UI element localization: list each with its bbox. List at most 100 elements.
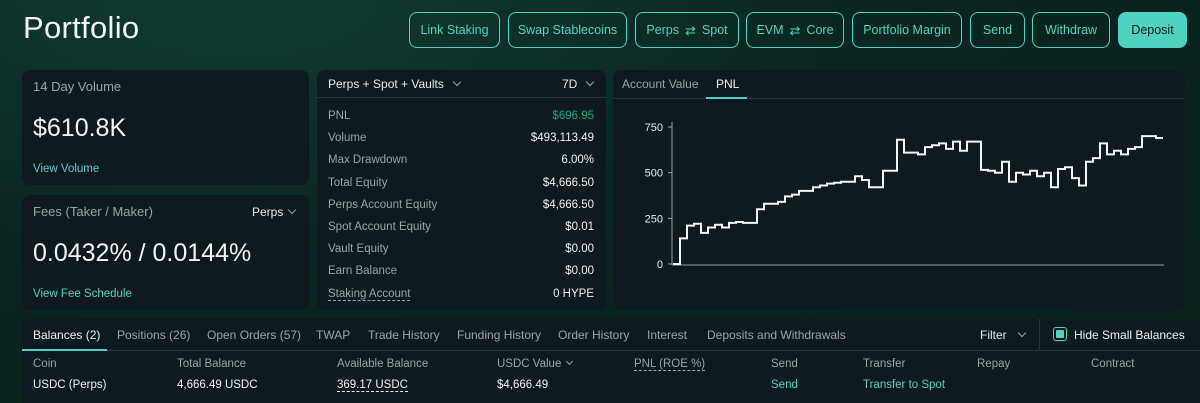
row-send-link[interactable]: Send <box>771 379 798 391</box>
stat-key: Max Drawdown <box>328 154 408 166</box>
cell-coin: USDC (Perps) <box>33 379 107 391</box>
pnl-chart: 0 250 500 750 <box>645 122 1164 271</box>
bottom-tab-active-indicator <box>22 349 107 351</box>
stat-row-vault-equity: Vault Equity $0.00 <box>328 243 594 255</box>
tab-funding-history[interactable]: Funding History <box>457 328 541 342</box>
cell-available-balance[interactable]: 369.17 USDC <box>337 379 408 392</box>
stat-row-earn-balance: Earn Balance $0.00 <box>328 265 594 277</box>
swap-stablecoins-button[interactable]: Swap Stablecoins <box>508 12 627 48</box>
stat-value: $4,666.50 <box>542 177 594 189</box>
page-title: Portfolio <box>23 10 140 45</box>
hide-small-balances-checkbox[interactable] <box>1053 327 1067 341</box>
stat-key: Earn Balance <box>328 265 398 277</box>
pnl-series-line <box>673 135 1163 265</box>
stat-row-max-drawdown: Max Drawdown 6.00% <box>328 154 594 166</box>
filter-divider <box>1039 319 1040 350</box>
fees-value: 0.0432% / 0.0144% <box>33 239 252 267</box>
portfolio-margin-button[interactable]: Portfolio Margin <box>852 12 962 48</box>
spot-label: Spot <box>701 23 728 37</box>
chevron-down-icon <box>586 77 595 87</box>
sort-chevron-icon <box>566 357 574 366</box>
fees-label: Fees (Taker / Maker) <box>33 204 153 219</box>
fees-market-selector[interactable]: Perps <box>252 205 297 219</box>
evm-core-toggle-button[interactable]: EVM ⇄ Core <box>746 12 844 48</box>
tab-account-value[interactable]: Account Value <box>622 77 699 91</box>
volume-value: $610.8K <box>33 114 127 142</box>
tab-interest[interactable]: Interest <box>647 328 687 342</box>
swap-arrows-icon: ⇄ <box>685 22 696 38</box>
volume-label: 14 Day Volume <box>33 79 122 94</box>
y-tick-label: 0 <box>657 259 663 271</box>
tab-deposits-withdrawals[interactable]: Deposits and Withdrawals <box>707 328 846 342</box>
col-pnl-roe[interactable]: PNL (ROE %) <box>634 358 706 371</box>
period-selector-label: 7D <box>562 77 578 91</box>
tab-open-orders[interactable]: Open Orders (57) <box>207 328 301 342</box>
stats-divider <box>317 97 606 98</box>
stat-row-total-equity: Total Equity $4,666.50 <box>328 177 594 189</box>
scope-selector-label: Perps + Spot + Vaults <box>328 77 444 91</box>
stat-value: $696.95 <box>552 110 594 122</box>
chart-tab-divider <box>613 98 1185 99</box>
tab-positions[interactable]: Positions (26) <box>117 328 190 342</box>
link-staking-button[interactable]: Link Staking <box>409 12 500 48</box>
checkbox-check <box>1056 330 1064 338</box>
perps-spot-toggle-button[interactable]: Perps ⇄ Spot <box>635 12 739 48</box>
fees-market-selector-label: Perps <box>252 205 284 219</box>
col-usdc-value-label: USDC Value <box>497 358 562 370</box>
col-contract: Contract <box>1091 358 1135 370</box>
hide-small-balances-label[interactable]: Hide Small Balances <box>1074 328 1185 342</box>
filter-dropdown[interactable]: Filter <box>980 328 1026 342</box>
y-tick-label: 250 <box>645 213 663 225</box>
y-tick-label: 750 <box>645 122 663 134</box>
stat-key: Vault Equity <box>328 243 389 255</box>
chevron-down-icon <box>452 77 462 87</box>
core-label: Core <box>806 23 834 37</box>
withdraw-button[interactable]: Withdraw <box>1032 12 1110 48</box>
tab-order-history[interactable]: Order History <box>558 328 629 342</box>
tab-balances[interactable]: Balances (2) <box>33 328 100 342</box>
cell-usdc-value: $4,666.49 <box>497 379 549 391</box>
col-usdc-value[interactable]: USDC Value <box>497 357 574 370</box>
stat-value: $0.00 <box>565 243 594 255</box>
stat-key: Perps Account Equity <box>328 199 438 211</box>
bottom-tab-divider <box>22 350 1200 351</box>
scope-selector[interactable]: Perps + Spot + Vaults <box>328 77 462 91</box>
col-coin: Coin <box>33 358 57 370</box>
stat-row-pnl: PNL $696.95 <box>328 110 594 122</box>
stat-value: $4,666.50 <box>542 199 594 211</box>
stat-row-volume: Volume $493,113.49 <box>328 132 594 144</box>
tab-active-indicator <box>706 97 747 99</box>
view-volume-link[interactable]: View Volume <box>33 163 99 175</box>
col-repay: Repay <box>977 358 1011 370</box>
stat-value: $493,113.49 <box>530 132 594 144</box>
send-button[interactable]: Send <box>970 12 1025 48</box>
evm-label: EVM <box>756 23 784 37</box>
tab-twap[interactable]: TWAP <box>316 328 350 342</box>
stat-value: $0.00 <box>565 265 594 277</box>
chevron-down-icon <box>1017 328 1026 338</box>
y-tick-label: 500 <box>645 168 663 180</box>
stat-key[interactable]: Staking Account <box>328 288 411 301</box>
view-fee-schedule-link[interactable]: View Fee Schedule <box>33 288 132 300</box>
tab-trade-history[interactable]: Trade History <box>368 328 440 342</box>
deposit-button[interactable]: Deposit <box>1118 12 1187 48</box>
stat-row-perps-equity: Perps Account Equity $4,666.50 <box>328 199 594 211</box>
transfer-to-spot-link[interactable]: Transfer to Spot <box>863 379 945 391</box>
stat-key: Total Equity <box>328 177 388 189</box>
filter-label: Filter <box>980 328 1007 342</box>
period-selector[interactable]: 7D <box>562 77 595 91</box>
stat-row-staking-account: Staking Account 0 HYPE <box>328 288 594 301</box>
stat-row-spot-equity: Spot Account Equity $0.01 <box>328 221 594 233</box>
col-total-balance: Total Balance <box>177 358 247 370</box>
tab-pnl[interactable]: PNL <box>716 77 739 91</box>
stat-key: Volume <box>328 132 367 144</box>
stat-value: $0.01 <box>565 221 594 233</box>
stat-key: Spot Account Equity <box>328 221 431 233</box>
cell-total-balance: 4,666.49 USDC <box>177 379 258 391</box>
stat-key: PNL <box>328 110 351 122</box>
col-transfer: Transfer <box>863 358 906 370</box>
perps-label: Perps <box>646 23 680 37</box>
stat-value: 0 HYPE <box>553 288 594 300</box>
stat-value: 6.00% <box>561 154 594 166</box>
chevron-down-icon <box>288 205 297 215</box>
